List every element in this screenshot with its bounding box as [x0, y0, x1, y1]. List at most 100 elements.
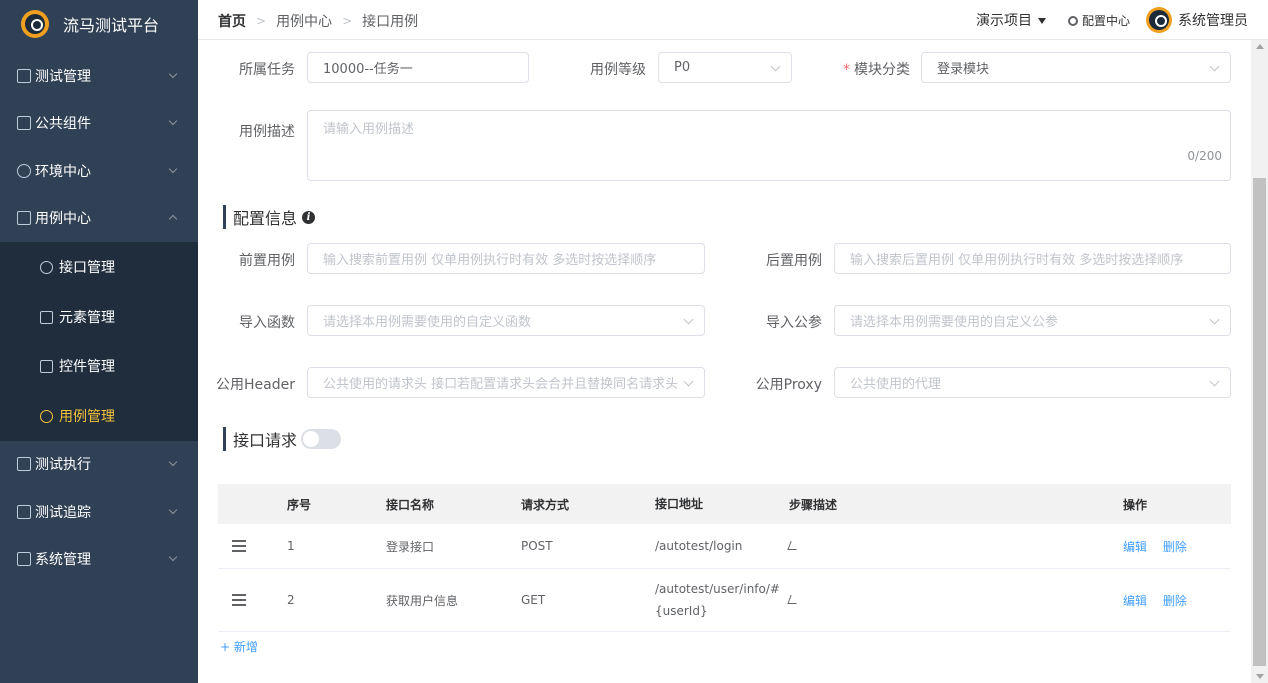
chevron-down-icon	[1209, 376, 1220, 387]
import-param-placeholder: 请选择本用例需要使用的自定义公参	[850, 315, 1059, 330]
edit-icon[interactable]	[787, 541, 800, 550]
import-param-select[interactable]: 请选择本用例需要使用的自定义公参	[834, 305, 1231, 336]
row-actions: 编辑 删除	[1123, 592, 1231, 609]
task-label: 所属任务	[239, 62, 295, 78]
header-desc: 步骤描述	[789, 497, 838, 512]
sidebar-item-test-tracking[interactable]: 测试追踪	[0, 487, 198, 537]
breadcrumb-separator: >	[256, 14, 267, 28]
drag-handle[interactable]	[218, 540, 287, 552]
sidebar-item-system-management[interactable]: 系统管理	[0, 534, 198, 584]
row-no: 2	[287, 593, 295, 607]
pre-case-label: 前置用例	[239, 253, 295, 269]
post-case-input[interactable]: 输入搜索后置用例 仅单用例执行时有效 多选时按选择顺序	[834, 243, 1231, 274]
level-label: 用例等级	[590, 62, 646, 78]
section-bar	[223, 205, 226, 229]
info-icon[interactable]: i	[302, 210, 316, 224]
row-url: /autotest/login	[655, 539, 743, 553]
scrollbar[interactable]	[1251, 40, 1268, 683]
component-icon	[17, 116, 31, 130]
row-no: 1	[287, 539, 295, 553]
sidebar-item-label: 用例中心	[35, 211, 91, 227]
scroll-down-icon[interactable]	[1256, 674, 1264, 679]
sidebar-subitem-label: 元素管理	[59, 310, 115, 326]
row-method: GET	[521, 593, 546, 607]
logo-icon	[21, 10, 49, 38]
chevron-down-icon	[168, 457, 178, 467]
table-row: 1 登录接口 POST /autotest/login 编辑 删除	[218, 524, 1231, 569]
module-label-text: 模块分类	[854, 62, 910, 78]
sidebar-item-label: 测试执行	[35, 457, 91, 473]
sidebar-subitem-control-management[interactable]: 控件管理	[0, 341, 198, 391]
compass-icon	[40, 260, 53, 274]
sidebar-subitem-label: 接口管理	[59, 260, 115, 276]
level-select[interactable]: P0	[658, 52, 792, 83]
api-request-toggle[interactable]	[301, 429, 342, 449]
sidebar-item-label: 公共组件	[35, 116, 91, 132]
module-label: * 模块分类	[838, 59, 910, 79]
sidebar-item-test-execution[interactable]: 测试执行	[0, 439, 198, 489]
sidebar-subitem-case-management[interactable]: 用例管理	[0, 391, 198, 441]
row-desc[interactable]	[787, 539, 1123, 553]
config-center-label: 配置中心	[1081, 13, 1130, 28]
row-name: 获取用户信息	[386, 593, 459, 608]
chevron-down-icon	[770, 61, 781, 72]
module-value: 登录模块	[937, 62, 990, 77]
required-mark: *	[843, 62, 850, 78]
header-op: 操作	[1123, 497, 1148, 512]
sidebar-subitem-api-management[interactable]: 接口管理	[0, 242, 198, 292]
caret-down-icon	[1037, 18, 1046, 24]
breadcrumb-home[interactable]: 首页	[218, 11, 246, 31]
common-header-select[interactable]: 公共使用的请求头 接口若配置请求头会合并且替换同名请求头	[307, 367, 705, 398]
sidebar-item-label: 环境中心	[35, 164, 91, 180]
header-name: 接口名称	[386, 497, 435, 512]
gear-icon	[1067, 15, 1078, 26]
config-center-link[interactable]: 配置中心	[1067, 12, 1130, 29]
breadcrumb-case-center: 用例中心	[276, 14, 333, 30]
breadcrumb-api-case: 接口用例	[362, 14, 419, 30]
sidebar-item-environment[interactable]: 环境中心	[0, 146, 198, 196]
edit-button[interactable]: 编辑	[1123, 594, 1147, 608]
pre-case-input[interactable]: 输入搜索前置用例 仅单用例执行时有效 多选时按选择顺序	[307, 243, 705, 274]
row-actions: 编辑 删除	[1123, 538, 1231, 555]
module-select[interactable]: 登录模块	[921, 52, 1231, 83]
code-icon	[17, 69, 31, 83]
chevron-up-icon	[168, 214, 178, 224]
project-name: 演示项目	[975, 13, 1032, 29]
common-proxy-select[interactable]: 公共使用的代理	[834, 367, 1231, 398]
sidebar-item-case-center[interactable]: 用例中心	[0, 193, 198, 243]
import-function-select[interactable]: 请选择本用例需要使用的自定义函数	[307, 305, 705, 336]
table-header: 序号 接口名称 请求方式 接口地址 步骤描述 操作	[218, 484, 1231, 524]
task-input[interactable]: 10000--任务一	[307, 52, 529, 83]
drag-handle[interactable]	[218, 594, 287, 606]
sidebar-item-label: 系统管理	[35, 552, 91, 568]
common-proxy-label: 公用Proxy	[755, 377, 822, 393]
row-url: /autotest/user/info/#{userId}	[655, 582, 780, 618]
chevron-down-icon	[168, 505, 178, 515]
desc-label: 用例描述	[239, 124, 295, 140]
scroll-thumb[interactable]	[1253, 178, 1266, 666]
chevron-down-icon	[168, 116, 178, 126]
edit-button[interactable]: 编辑	[1123, 540, 1147, 554]
sidebar: 流马测试平台 测试管理 公共组件 环境中心 用例中心 接口管理 元素管理 控件管…	[0, 0, 198, 683]
avatar[interactable]	[1146, 7, 1172, 33]
add-step-button[interactable]: + 新增	[220, 638, 258, 655]
breadcrumb-separator: >	[342, 14, 353, 28]
project-selector[interactable]: 演示项目	[976, 10, 1046, 30]
delete-button[interactable]: 删除	[1163, 540, 1187, 554]
desc-textarea[interactable]: 请输入用例描述 0/200	[307, 110, 1231, 181]
header-actions: 演示项目 配置中心 系统管理员	[976, 7, 1248, 33]
delete-button[interactable]: 删除	[1163, 594, 1187, 608]
user-name[interactable]: 系统管理员	[1178, 10, 1248, 30]
edit-icon[interactable]	[787, 595, 800, 604]
breadcrumb: 首页 > 用例中心 > 接口用例	[218, 11, 418, 31]
header-no: 序号	[287, 497, 312, 512]
sidebar-subitem-element-management[interactable]: 元素管理	[0, 292, 198, 342]
sidebar-item-common-components[interactable]: 公共组件	[0, 98, 198, 148]
header-url: 接口地址	[655, 497, 704, 511]
sidebar-item-test-management[interactable]: 测试管理	[0, 51, 198, 101]
row-desc[interactable]	[787, 593, 1123, 607]
scroll-up-icon[interactable]	[1256, 44, 1264, 49]
drag-handle-icon	[232, 594, 246, 606]
grid-icon	[17, 552, 31, 566]
brand-title: 流马测试平台	[63, 16, 160, 35]
